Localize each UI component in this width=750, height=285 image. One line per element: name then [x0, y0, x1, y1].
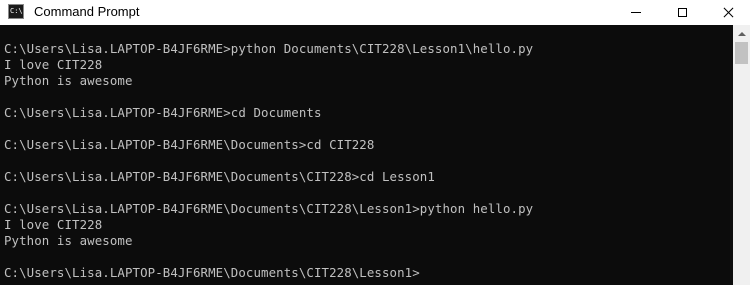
- window-title: Command Prompt: [34, 4, 140, 19]
- arrow-up-icon: [737, 31, 746, 36]
- command-prompt-icon[interactable]: C:\.: [8, 4, 24, 19]
- console-line: C:\Users\Lisa.LAPTOP-B4JF6RME\Documents\…: [4, 169, 435, 184]
- minimize-icon: [631, 12, 641, 13]
- console-line: Python is awesome: [4, 73, 133, 88]
- console-line: Python is awesome: [4, 233, 133, 248]
- console-line: C:\Users\Lisa.LAPTOP-B4JF6RME>cd Documen…: [4, 105, 322, 120]
- console-line: C:\Users\Lisa.LAPTOP-B4JF6RME\Documents\…: [4, 201, 534, 216]
- vertical-scrollbar[interactable]: [733, 25, 750, 285]
- scroll-up-button[interactable]: [733, 25, 750, 42]
- maximize-icon: [677, 8, 687, 17]
- console-line: C:\Users\Lisa.LAPTOP-B4JF6RME>python Doc…: [4, 41, 534, 56]
- close-icon: [723, 7, 734, 18]
- maximize-button[interactable]: [659, 0, 705, 25]
- console-line: I love CIT228: [4, 217, 103, 232]
- console-prompt-line: C:\Users\Lisa.LAPTOP-B4JF6RME\Documents\…: [4, 265, 420, 280]
- console-line: C:\Users\Lisa.LAPTOP-B4JF6RME\Documents>…: [4, 137, 375, 152]
- scroll-thumb[interactable]: [735, 42, 748, 64]
- minimize-button[interactable]: [613, 0, 659, 25]
- console-output[interactable]: C:\Users\Lisa.LAPTOP-B4JF6RME>python Doc…: [0, 25, 733, 285]
- command-prompt-window: C:\. Command Prompt C:\Users\Lisa.LAPTOP…: [0, 0, 750, 285]
- close-button[interactable]: [705, 0, 750, 25]
- console-line: I love CIT228: [4, 57, 103, 72]
- title-bar[interactable]: C:\. Command Prompt: [0, 0, 750, 25]
